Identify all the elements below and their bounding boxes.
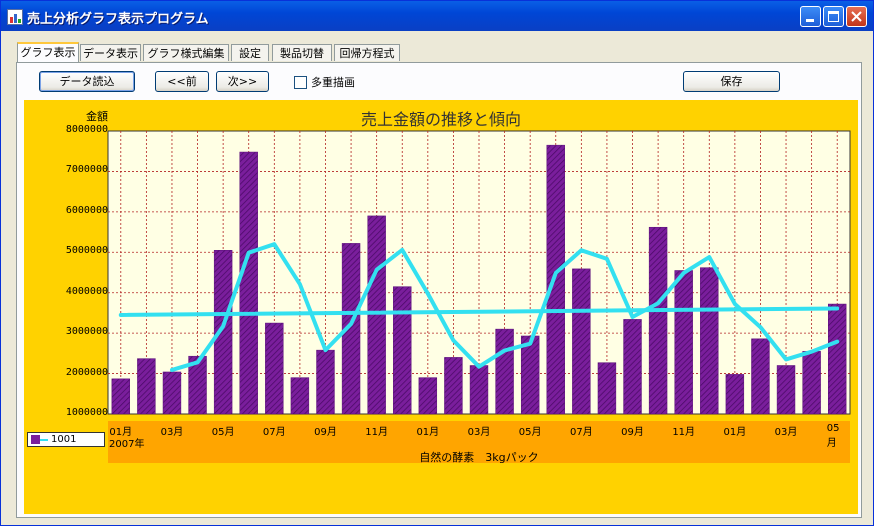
bar-2 <box>137 358 156 415</box>
tab-settings[interactable]: 設定 <box>231 44 269 61</box>
x-tick-label: 03月 <box>467 427 491 438</box>
bar-23 <box>674 270 693 415</box>
bar-25 <box>725 374 745 415</box>
minimize-icon[interactable] <box>800 6 821 27</box>
bar-14 <box>444 357 463 415</box>
bar-24 <box>700 267 719 415</box>
x-tick-label: 07月 <box>569 427 593 438</box>
bar-20 <box>597 362 617 415</box>
tab-regression[interactable]: 回帰方程式 <box>334 44 400 61</box>
legend-bar-swatch <box>31 435 40 444</box>
chart: 売上金額の推移と傾向 金額 01月 03月 05月 07月 09月 11月 01月 03月 05… <box>24 100 858 514</box>
app-window: 売上分析グラフ表示プログラム グラフ表示 データ表示 グラフ様式編集 設定 製品… <box>0 0 874 526</box>
x-tick-label: 05月 <box>518 427 542 438</box>
legend: 1001 <box>27 432 105 447</box>
tab-product-switch[interactable]: 製品切替 <box>272 44 332 61</box>
bar-26 <box>751 338 770 415</box>
bar-27 <box>776 365 796 415</box>
x-tick-label: 01月 <box>416 427 440 438</box>
y-tick-label: 8000000 <box>65 124 108 135</box>
legend-series-name: 1001 <box>51 434 77 445</box>
load-data-button[interactable]: データ読込 <box>39 71 135 92</box>
x-tick-label: 03月 <box>774 427 798 438</box>
bar-15 <box>469 365 489 415</box>
bar-6 <box>239 151 258 415</box>
bar-19 <box>572 268 591 415</box>
x-tick-label: 05月 <box>211 427 235 438</box>
bar-21 <box>623 319 642 415</box>
y-tick-label: 3000000 <box>65 326 108 338</box>
x-tick-label: 07月 <box>262 427 286 438</box>
bar-3 <box>162 371 182 415</box>
y-tick-label: 6000000 <box>65 204 108 216</box>
multi-draw-checkbox[interactable] <box>294 76 307 89</box>
bar-16 <box>495 328 514 415</box>
y-tick-label: 2000000 <box>65 366 108 378</box>
bar-11 <box>367 215 386 415</box>
tab-graph-style[interactable]: グラフ様式編集 <box>143 44 229 61</box>
y-tick-label: 5000000 <box>65 245 108 257</box>
multi-draw-label: 多重描画 <box>311 76 355 89</box>
x-tick-label: 03月 <box>160 427 184 438</box>
bar-18 <box>546 144 565 415</box>
y-tick-label: 1000000 <box>65 407 108 418</box>
save-button[interactable]: 保存 <box>683 71 780 92</box>
bar-29 <box>828 303 847 415</box>
prev-button[interactable]: <<前 <box>155 71 209 92</box>
bar-1 <box>111 378 130 415</box>
chart-app-icon <box>7 9 23 25</box>
bar-17 <box>520 335 540 415</box>
product-label: 自然の酵素 3kgパック <box>419 451 539 464</box>
y-tick-label: 7000000 <box>65 164 108 176</box>
bar-9 <box>316 349 335 415</box>
x-tick-label: 01月 <box>723 427 747 438</box>
x-tick-label: 05月 <box>826 423 840 449</box>
y-tick-label: 4000000 <box>65 285 108 297</box>
close-icon[interactable] <box>846 6 867 27</box>
x-tick-label: 11月 <box>672 427 696 438</box>
x-tick-label: 09月 <box>621 427 644 438</box>
window-title: 売上分析グラフ表示プログラム <box>27 12 209 27</box>
maximize-icon[interactable] <box>823 6 844 27</box>
title-bar[interactable]: 売上分析グラフ表示プログラム <box>1 1 873 31</box>
tab-graph[interactable]: グラフ表示 <box>17 42 79 62</box>
year-label: 2007年 <box>109 439 145 450</box>
bar-8 <box>290 377 310 415</box>
bar-22 <box>648 226 668 415</box>
bar-13 <box>418 377 438 415</box>
bar-28 <box>802 351 821 415</box>
x-tick-label: 11月 <box>365 427 389 438</box>
next-button[interactable]: 次>> <box>216 71 269 92</box>
bar-12 <box>393 286 412 415</box>
legend-line-swatch <box>40 439 48 441</box>
bar-7 <box>265 322 284 415</box>
tab-data[interactable]: データ表示 <box>80 44 141 61</box>
x-tick-label: 09月 <box>314 427 337 438</box>
